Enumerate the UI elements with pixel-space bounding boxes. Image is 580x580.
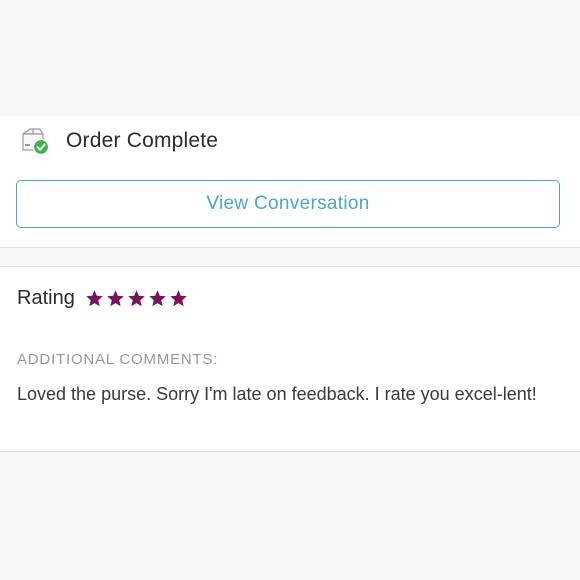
order-card: Order Complete View Conversation: [0, 116, 580, 248]
rating-label: Rating: [17, 286, 75, 309]
star-icon: [86, 289, 103, 306]
additional-comments-text: Loved the purse. Sorry I'm late on feedb…: [17, 384, 537, 404]
top-spacer: [0, 0, 580, 116]
order-status-title: Order Complete: [66, 129, 219, 152]
star-rating: [85, 289, 190, 308]
rating-row: Rating: [17, 283, 190, 313]
star-icon: [149, 289, 166, 306]
rating-card: Rating ADDITIONAL COMMENTS: Loved the pu…: [0, 266, 580, 452]
star-icon: [107, 289, 124, 306]
section-divider: [0, 248, 580, 266]
view-conversation-button[interactable]: View Conversation: [16, 180, 560, 228]
bottom-spacer: [0, 452, 580, 580]
additional-comments-heading: ADDITIONAL COMMENTS:: [17, 351, 219, 368]
star-icon: [128, 289, 145, 306]
box-check-icon: [22, 128, 50, 156]
star-icon: [170, 289, 187, 306]
order-status: Order Complete: [20, 124, 218, 158]
